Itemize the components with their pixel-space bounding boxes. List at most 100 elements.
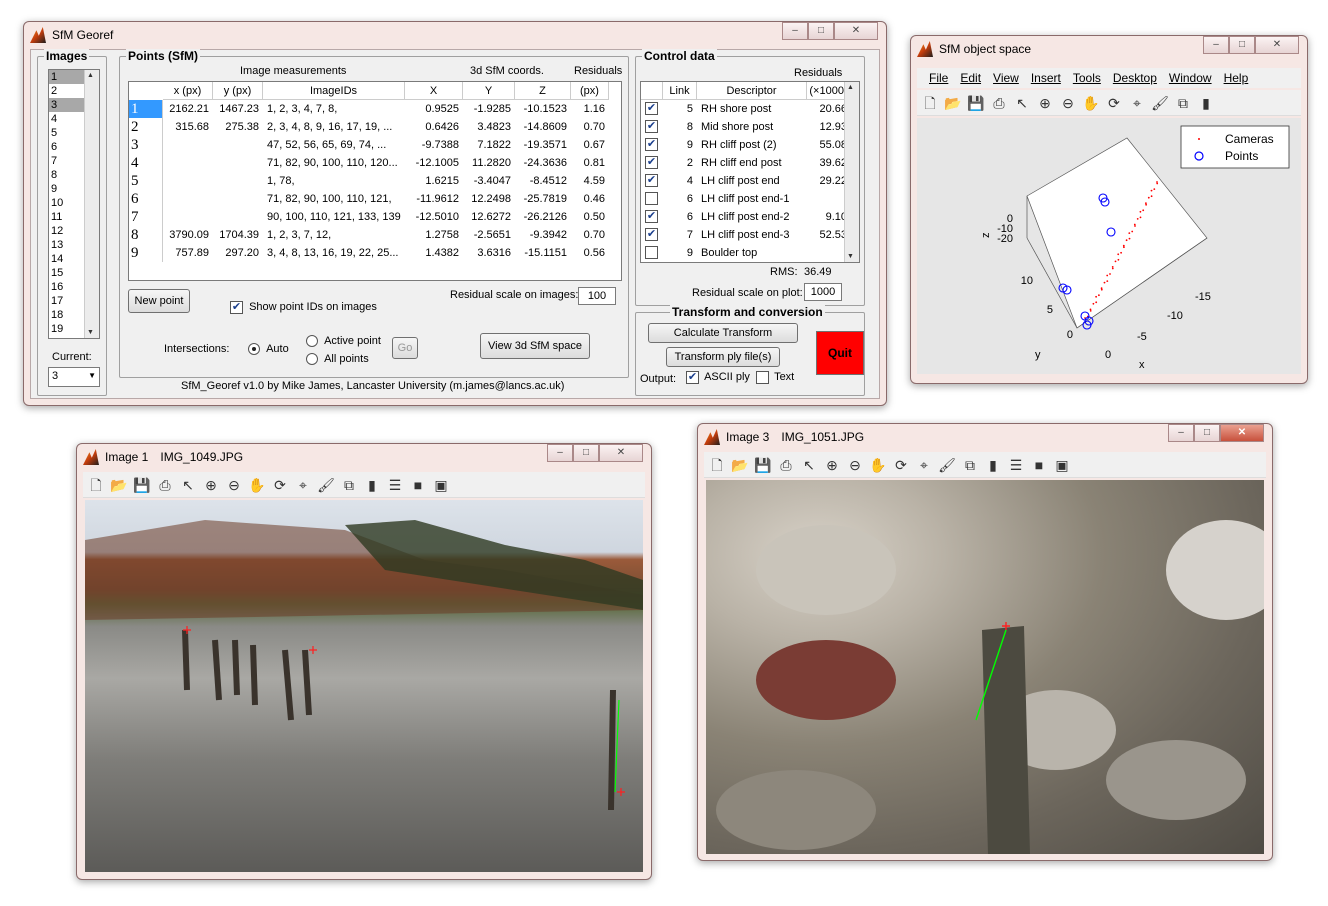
zoom-out-icon[interactable]: ⊖ xyxy=(225,476,243,494)
image1-photo[interactable] xyxy=(85,500,643,872)
zoom-in-icon[interactable]: ⊕ xyxy=(202,476,220,494)
colorbar-icon[interactable]: ▮ xyxy=(984,456,1002,474)
rotate-3d-icon[interactable]: ⟳ xyxy=(271,476,289,494)
data-cursor-icon[interactable]: ⌖ xyxy=(915,456,933,474)
points-cell[interactable]: 0.70 xyxy=(571,118,605,136)
images-scrollbar[interactable]: ▲ ▼ xyxy=(84,70,99,338)
points-cell[interactable]: 47, 52, 56, 65, 69, 74, ... xyxy=(263,136,401,154)
control-cell[interactable]: 9.10 xyxy=(807,208,847,226)
brush-icon[interactable]: 🖌 xyxy=(317,476,335,494)
active-point-option[interactable]: Active point xyxy=(306,335,381,348)
control-include-checkbox[interactable]: ✔ xyxy=(645,174,658,187)
dock-icon[interactable]: ▣ xyxy=(432,476,450,494)
pointer-icon[interactable]: ↖ xyxy=(1013,94,1031,112)
image-list-item[interactable]: 3 xyxy=(49,98,84,112)
open-folder-icon[interactable]: 📂 xyxy=(110,476,128,494)
control-include-checkbox[interactable]: ✔ xyxy=(645,228,658,241)
points-row-header[interactable]: 5 xyxy=(129,172,163,190)
points-cell[interactable]: -8.4512 xyxy=(515,172,567,190)
points-cell[interactable]: -3.4047 xyxy=(463,172,511,190)
points-cell[interactable]: 0.56 xyxy=(571,244,605,262)
points-cell[interactable]: -26.2126 xyxy=(515,208,567,226)
control-cell[interactable]: RH cliff post (2) xyxy=(697,136,803,154)
zoom-in-icon[interactable]: ⊕ xyxy=(1036,94,1054,112)
points-cell[interactable]: 1.4382 xyxy=(405,244,459,262)
points-cell[interactable]: 1.2758 xyxy=(405,226,459,244)
link-plot-icon[interactable]: ⧉ xyxy=(961,456,979,474)
points-cell[interactable]: 3.6316 xyxy=(463,244,511,262)
maximize-button[interactable]: □ xyxy=(573,444,599,462)
auto-radio[interactable] xyxy=(248,343,260,356)
zoom-out-icon[interactable]: ⊖ xyxy=(846,456,864,474)
rotate-3d-icon[interactable]: ⟳ xyxy=(892,456,910,474)
zoom-out-icon[interactable]: ⊖ xyxy=(1059,94,1077,112)
points-cell[interactable]: 0.9525 xyxy=(405,100,459,118)
image-list-item[interactable]: 19 xyxy=(49,322,84,336)
control-cell[interactable]: 7 xyxy=(663,226,693,244)
points-cell[interactable]: 757.89 xyxy=(163,244,209,262)
points-cell[interactable]: 315.68 xyxy=(163,118,209,136)
object-space-titlebar[interactable]: SfM object space – □ ✕ xyxy=(911,36,1307,62)
minimize-button[interactable]: – xyxy=(1168,424,1194,442)
close-button[interactable]: ✕ xyxy=(834,22,878,40)
points-cell[interactable]: 0.81 xyxy=(571,154,605,172)
image-list-item[interactable]: 2 xyxy=(49,84,84,98)
pan-hand-icon[interactable]: ✋ xyxy=(1082,94,1100,112)
menu-item-help[interactable]: Help xyxy=(1224,71,1249,85)
calculate-transform-button[interactable]: Calculate Transform xyxy=(648,323,798,343)
control-include-checkbox[interactable]: ✔ xyxy=(645,156,658,169)
points-cell[interactable]: -25.7819 xyxy=(515,190,567,208)
ascii-checkbox[interactable]: ✔ xyxy=(686,371,699,384)
control-cell[interactable]: RH cliff end post xyxy=(697,154,803,172)
new-file-icon[interactable]: 🗋 xyxy=(87,476,105,494)
image3-titlebar[interactable]: Image 3 IMG_1051.JPG – □ ✕ xyxy=(698,424,1272,450)
points-cell[interactable]: -9.7388 xyxy=(405,136,459,154)
points-row-header[interactable]: 9 xyxy=(129,244,163,262)
image1-titlebar[interactable]: Image 1 IMG_1049.JPG – □ ✕ xyxy=(77,444,651,470)
save-icon[interactable]: 💾 xyxy=(754,456,772,474)
control-cell[interactable]: 6 xyxy=(663,190,693,208)
control-cell[interactable]: 55.08 xyxy=(807,136,847,154)
brush-icon[interactable]: 🖌 xyxy=(938,456,956,474)
control-cell[interactable]: LH cliff post end xyxy=(697,172,803,190)
points-cell[interactable]: 1.16 xyxy=(571,100,605,118)
save-icon[interactable]: 💾 xyxy=(133,476,151,494)
points-table[interactable]: x (px) y (px) ImageIDs X Y Z (px) 1 2162.21 1467.… xyxy=(128,81,622,281)
open-folder-icon[interactable]: 📂 xyxy=(944,94,962,112)
colorbar-icon[interactable]: ▮ xyxy=(1197,94,1215,112)
control-cell[interactable]: 39.62 xyxy=(807,154,847,172)
data-cursor-icon[interactable]: ⌖ xyxy=(1128,94,1146,112)
residual-plot-input[interactable]: 1000 xyxy=(804,283,842,301)
control-include-checkbox[interactable] xyxy=(645,192,658,205)
points-cell[interactable]: 1, 2, 3, 4, 7, 8, xyxy=(263,100,401,118)
control-cell[interactable]: 29.22 xyxy=(807,172,847,190)
points-cell[interactable]: 1, 2, 3, 7, 12, xyxy=(263,226,401,244)
plot-area[interactable]: z 0 -10 -20 10 5 0 y -15 -10 -5 0 x Came… xyxy=(917,118,1301,374)
control-cell[interactable]: 8 xyxy=(663,118,693,136)
points-row-header[interactable]: 2 xyxy=(129,118,163,136)
points-cell[interactable]: 0.67 xyxy=(571,136,605,154)
rotate-3d-icon[interactable]: ⟳ xyxy=(1105,94,1123,112)
zoom-in-icon[interactable]: ⊕ xyxy=(823,456,841,474)
maximize-button[interactable]: □ xyxy=(1194,424,1220,442)
points-cell[interactable]: 1, 78, xyxy=(263,172,401,190)
transform-ply-button[interactable]: Transform ply file(s) xyxy=(666,347,780,367)
go-button[interactable]: Go xyxy=(392,337,418,359)
menu-item-desktop[interactable]: Desktop xyxy=(1113,71,1157,85)
control-scrollbar[interactable]: ▲ ▼ xyxy=(844,82,859,262)
control-include-checkbox[interactable]: ✔ xyxy=(645,210,658,223)
georef-titlebar[interactable]: SfM Georef – □ ✕ xyxy=(24,22,886,48)
points-cell[interactable]: 3.4823 xyxy=(463,118,511,136)
hide-tools-icon[interactable]: ■ xyxy=(1030,456,1048,474)
points-cell[interactable]: 1467.23 xyxy=(213,100,259,118)
menu-item-file[interactable]: File xyxy=(929,71,948,85)
pan-hand-icon[interactable]: ✋ xyxy=(248,476,266,494)
minimize-button[interactable]: – xyxy=(782,22,808,40)
maximize-button[interactable]: □ xyxy=(808,22,834,40)
image-list-item[interactable]: 7 xyxy=(49,154,84,168)
points-cell[interactable]: 1.6215 xyxy=(405,172,459,190)
text-option[interactable]: Text xyxy=(756,371,794,384)
points-cell[interactable]: 71, 82, 90, 100, 110, 121, xyxy=(263,190,401,208)
maximize-button[interactable]: □ xyxy=(1229,36,1255,54)
image-list-item[interactable]: 17 xyxy=(49,294,84,308)
